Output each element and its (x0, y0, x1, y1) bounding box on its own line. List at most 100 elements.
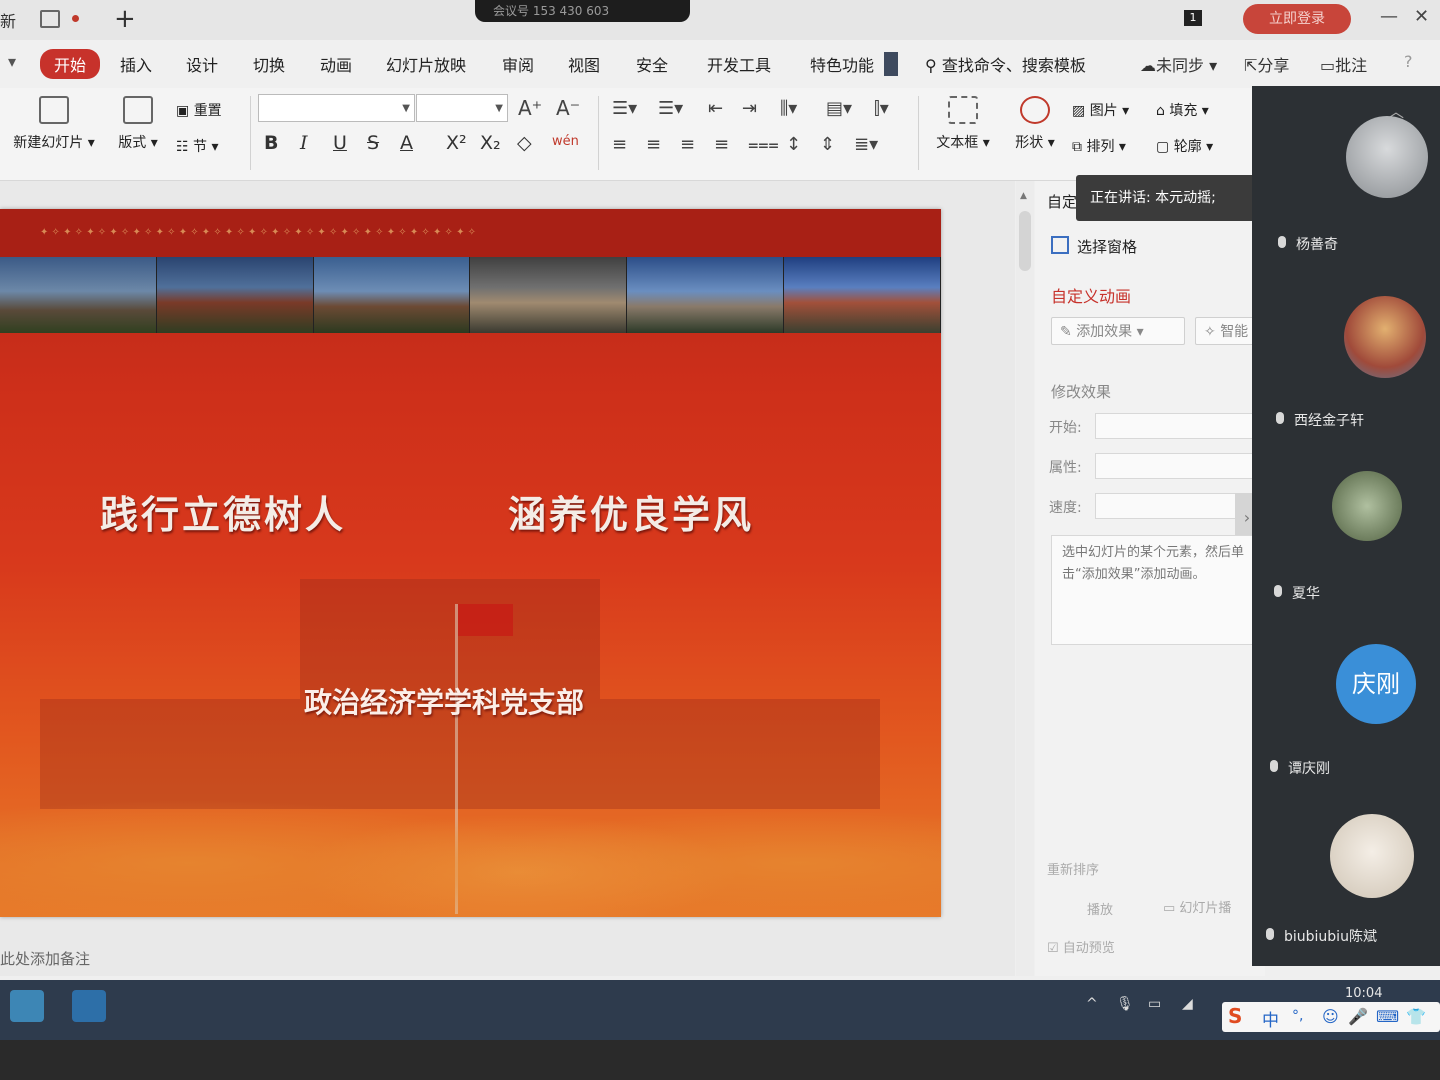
underline-button[interactable]: U (333, 132, 347, 154)
property-select[interactable] (1095, 453, 1265, 479)
italic-button[interactable]: I (300, 132, 308, 154)
section-button[interactable]: ☷ 节 ▾ (176, 136, 219, 156)
menu-security[interactable]: 安全 (636, 52, 668, 76)
layout-button[interactable]: 版式 ▾ (112, 96, 164, 152)
align-text-icon[interactable]: ▤▾ (826, 98, 852, 119)
sync-label: 未同步 (1156, 56, 1205, 75)
fill-button[interactable]: ⌂ 填充 ▾ (1156, 100, 1209, 120)
vertical-scrollbar[interactable]: ▲ (1016, 181, 1034, 976)
participants-panel: ︿ 杨善奇 西经金子轩 夏华 庆刚 谭庆刚 biubiubiu陈斌 (1252, 86, 1440, 966)
justify-icon[interactable]: ≡ (714, 134, 729, 155)
slide-subtitle[interactable]: 政治经济学学科党支部 (304, 681, 584, 721)
slide-title-right[interactable]: 涵养优良学风 (508, 484, 754, 539)
slideshow-button[interactable]: ▭ 幻灯片播 (1163, 897, 1231, 916)
font-name-select[interactable]: ▼ (258, 94, 415, 122)
app-icon-excel-like[interactable] (10, 990, 44, 1022)
numbered-list-icon[interactable]: ☰▾ (658, 98, 683, 119)
microphone-icon[interactable]: 🎙 (1116, 996, 1134, 1012)
new-slide-button[interactable]: 新建幻灯片 ▾ (6, 96, 102, 152)
paragraph-spacing-icon[interactable]: ⇕ (820, 134, 835, 155)
shrink-font-button[interactable]: A⁻ (556, 96, 580, 120)
menu-special[interactable]: 特色功能 (810, 52, 874, 76)
clock[interactable]: 10:04 (1345, 986, 1382, 1001)
menu-animation[interactable]: 动画 (320, 52, 352, 76)
subscript-button[interactable]: X₂ (480, 132, 501, 154)
menu-home[interactable]: 开始 (40, 49, 101, 79)
ime-mode[interactable]: 中 (1262, 1006, 1279, 1031)
spacing-options-icon[interactable]: ≣▾ (854, 134, 878, 155)
mic-icon (1270, 760, 1278, 772)
custom-animation-heading: 自定义动画 (1051, 287, 1132, 306)
app-icon-meeting[interactable] (72, 990, 106, 1022)
columns-icon[interactable]: ⫿▾ (874, 98, 889, 119)
arrange-button[interactable]: ⧉ 排列 ▾ (1072, 136, 1126, 156)
divider (598, 96, 599, 170)
bullet-list-icon[interactable]: ☰▾ (612, 98, 637, 119)
distribute-icon[interactable]: ⩶ (748, 134, 779, 155)
clear-format-button[interactable]: ◇ (517, 132, 532, 154)
wifi-icon[interactable]: ◢ (1182, 996, 1193, 1012)
autopreview-checkbox[interactable]: ☑ 自动预览 (1047, 937, 1115, 956)
ime-toolbar[interactable]: S 中 °, ☺ 🎤 ⌨ 👕 (1222, 1002, 1440, 1032)
bold-button[interactable]: B (264, 132, 278, 154)
voice-icon[interactable]: 🎤 (1348, 1007, 1368, 1026)
play-button[interactable]: 播放 (1087, 899, 1113, 918)
menu-design[interactable]: 设计 (186, 52, 218, 76)
more-menu-icon[interactable] (884, 52, 898, 76)
punctuation-icon[interactable]: °, (1292, 1008, 1303, 1024)
document-icon[interactable] (40, 10, 60, 28)
menu-insert[interactable]: 插入 (120, 52, 152, 76)
align-left-icon[interactable]: ≡ (612, 134, 627, 155)
keyboard-icon[interactable]: ⌨ (1376, 1007, 1399, 1026)
new-tab-button[interactable]: + (114, 4, 136, 34)
slide-title-left[interactable]: 践行立德树人 (100, 484, 346, 539)
increase-indent-icon[interactable]: ⇥ (742, 98, 757, 119)
tray-expand-icon[interactable]: ^ (1086, 996, 1098, 1012)
menu-review[interactable]: 审阅 (502, 52, 534, 76)
shape-button[interactable]: 形状 ▾ (1008, 96, 1062, 152)
menu-developer[interactable]: 开发工具 (707, 52, 771, 76)
emoji-icon[interactable]: ☺ (1322, 1007, 1339, 1026)
battery-icon[interactable]: ▭ (1148, 996, 1161, 1012)
help-button[interactable]: ? (1404, 52, 1413, 71)
slide-editor[interactable]: ✦ ✧ ✦ ✧ ✦ ✧ ✦ ✧ ✦ ✧ ✦ ✧ ✦ ✧ ✦ ✧ ✦ ✧ ✦ ✧ … (0, 181, 1015, 976)
start-select[interactable] (1095, 413, 1265, 439)
tab-label[interactable]: 新 (0, 8, 16, 32)
grow-font-button[interactable]: A⁺ (518, 96, 542, 120)
login-button[interactable]: 立即登录 (1243, 4, 1351, 34)
meeting-id-pill[interactable]: 会议号 153 430 603 (475, 0, 690, 22)
menu-collapse-icon[interactable]: ▾ (8, 52, 16, 71)
skin-icon[interactable]: 👕 (1406, 1007, 1426, 1026)
align-center-icon[interactable]: ≡ (646, 134, 661, 155)
align-right-icon[interactable]: ≡ (680, 134, 695, 155)
share-button[interactable]: ⇱分享 (1244, 52, 1289, 76)
outline-button[interactable]: ▢ 轮廓 ▾ (1156, 136, 1213, 156)
sync-button[interactable]: ☁未同步 ▾ (1140, 52, 1217, 76)
scrollbar-thumb[interactable] (1019, 211, 1031, 271)
decrease-indent-icon[interactable]: ⇤ (708, 98, 723, 119)
font-color-button[interactable]: A (400, 132, 413, 154)
notes-placeholder[interactable]: 此处添加备注 (0, 948, 90, 969)
slide-canvas[interactable]: ✦ ✧ ✦ ✧ ✦ ✧ ✦ ✧ ✦ ✧ ✦ ✧ ✦ ✧ ✦ ✧ ✦ ✧ ✦ ✧ … (0, 209, 941, 917)
line-spacing-icon[interactable]: ↕ (786, 134, 801, 155)
selection-pane-button[interactable]: 选择窗格 (1051, 236, 1137, 257)
pane-header: 自定 (1047, 193, 1078, 211)
scroll-up-icon[interactable]: ▲ (1020, 191, 1027, 201)
close-button[interactable]: ✕ (1414, 6, 1429, 27)
add-effect-button[interactable]: ✎ 添加效果 ▾ (1051, 317, 1185, 345)
menu-transition[interactable]: 切换 (253, 52, 285, 76)
menu-slideshow[interactable]: 幻灯片放映 (386, 52, 466, 76)
pinyin-button[interactable]: wén (552, 134, 579, 149)
reset-button[interactable]: ▣ 重置 (176, 100, 222, 120)
font-size-select[interactable]: ▼ (416, 94, 508, 122)
minimize-button[interactable]: — (1380, 6, 1398, 27)
strikethrough-button[interactable]: S (367, 132, 379, 154)
comment-button[interactable]: ▭批注 (1320, 52, 1367, 76)
text-direction-icon[interactable]: ⫼▾ (780, 98, 797, 119)
participant-name: 西经金子轩 (1294, 413, 1364, 429)
menu-view[interactable]: 视图 (568, 52, 600, 76)
command-search[interactable]: ⚲ 查找命令、搜索模板 (925, 52, 1086, 76)
picture-button[interactable]: ▨ 图片 ▾ (1072, 100, 1129, 120)
superscript-button[interactable]: X² (446, 132, 467, 154)
textbox-button[interactable]: 文本框 ▾ (930, 96, 996, 152)
